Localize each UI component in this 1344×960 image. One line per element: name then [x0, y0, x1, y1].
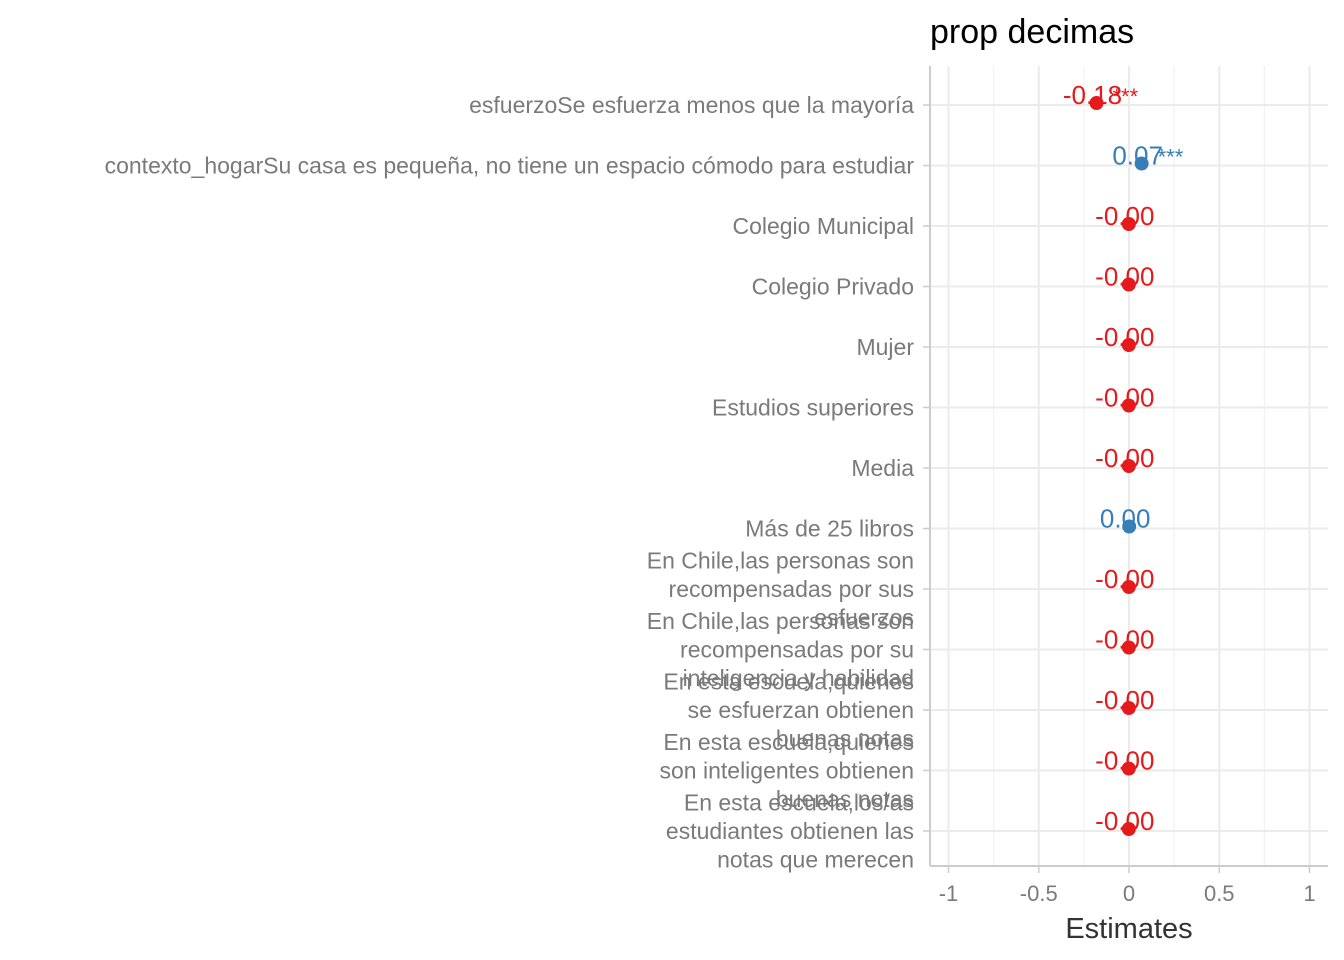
category-label: Colegio Privado [752, 274, 914, 300]
value-label: -0.00 [1095, 322, 1154, 352]
category-label: Mujer [856, 334, 914, 360]
category-label: En esta escuela,los/as [684, 790, 914, 816]
category-label: notas que merecen [717, 847, 914, 873]
category-label: Estudios superiores [712, 395, 914, 421]
category-label: recompensadas por su [680, 637, 914, 663]
category-label: esfuerzoSe esfuerza menos que la mayoría [469, 92, 914, 118]
value-label: -0.00 [1095, 564, 1154, 594]
value-label: -0.00 [1095, 685, 1154, 715]
x-tick-label: 0 [1123, 881, 1135, 906]
category-label: se esfuerzan obtienen [688, 697, 914, 723]
category-labels: esfuerzoSe esfuerza menos que la mayoría… [105, 92, 915, 873]
category-label: En esta escuela,quienes [663, 669, 914, 695]
x-tick-label: 0.5 [1204, 881, 1235, 906]
x-tick-label: 1 [1303, 881, 1315, 906]
x-tick-labels: -1 -0.5 0 0.5 1 [939, 881, 1316, 906]
category-label: son inteligentes obtienen [660, 758, 914, 784]
value-label: -0.00 [1095, 443, 1154, 473]
category-label: En esta escuela,quienes [663, 729, 914, 755]
chart-title: prop decimas [930, 13, 1134, 51]
category-label: contexto_hogarSu casa es pequeña, no tie… [105, 153, 915, 179]
value-label: -0.00 [1095, 806, 1154, 836]
category-label: Más de 25 libros [745, 516, 914, 542]
category-label: En Chile,las personas son [647, 548, 914, 574]
category-label: recompensadas por sus [669, 576, 914, 602]
significance-label: *** [1113, 84, 1139, 109]
significance-label: *** [1158, 145, 1184, 170]
x-tick-label: -1 [939, 881, 959, 906]
value-label: -0.00 [1095, 383, 1154, 413]
value-label: -0.00 [1095, 262, 1154, 292]
category-label: estudiantes obtienen las [666, 818, 914, 844]
category-label: Colegio Municipal [732, 213, 914, 239]
x-tick-label: -0.5 [1020, 881, 1058, 906]
value-label: -0.00 [1095, 746, 1154, 776]
value-label: 0.00 [1100, 504, 1151, 534]
category-label: En Chile,las personas son [647, 608, 914, 634]
category-label: Media [851, 455, 914, 481]
value-label: -0.00 [1095, 625, 1154, 655]
value-label: 0.07 [1112, 141, 1163, 171]
value-labels: -0.18***0.07***-0.00-0.00-0.00-0.00-0.00… [1063, 80, 1184, 836]
x-axis-label: Estimates [1065, 913, 1192, 945]
value-label: -0.00 [1095, 201, 1154, 231]
coefficient-plot: esfuerzoSe esfuerza menos que la mayoría… [105, 13, 1328, 945]
